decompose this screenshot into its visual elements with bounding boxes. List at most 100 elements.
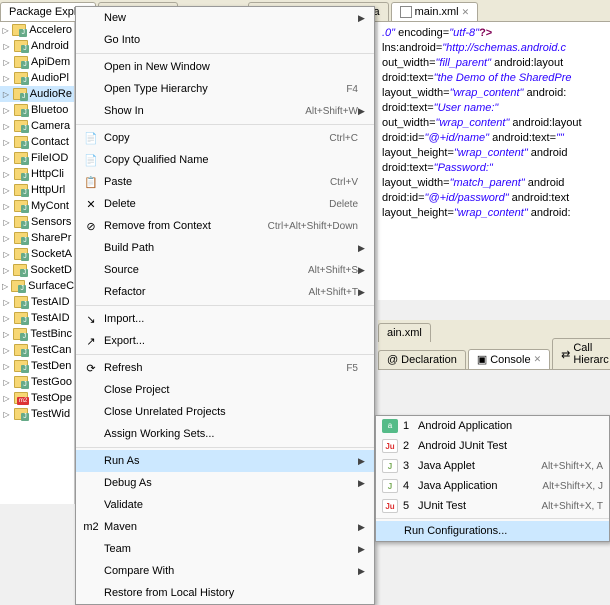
menu-import[interactable]: ↘Import... — [76, 308, 374, 330]
folder-icon — [11, 280, 25, 292]
project-item[interactable]: ▷AudioPl — [0, 70, 74, 86]
tab-console[interactable]: ▣ Console✕ — [468, 349, 550, 369]
menu-assign[interactable]: Assign Working Sets... — [76, 423, 374, 445]
project-item[interactable]: ▷Camera — [0, 118, 74, 134]
project-item[interactable]: ▷Android — [0, 38, 74, 54]
project-item[interactable]: ▷SharePr — [0, 230, 74, 246]
expand-icon[interactable]: ▷ — [2, 90, 10, 99]
menu-source[interactable]: SourceAlt+Shift+S▶ — [76, 259, 374, 281]
project-item[interactable]: ▷TestWid — [0, 406, 74, 422]
menu-team[interactable]: Team▶ — [76, 538, 374, 560]
folder-icon — [14, 152, 28, 164]
project-item[interactable]: ▷AudioRe — [0, 86, 74, 102]
menu-copy[interactable]: 📄CopyCtrl+C — [76, 127, 374, 149]
menu-openWin[interactable]: Open in New Window — [76, 56, 374, 78]
expand-icon[interactable]: ▷ — [2, 378, 11, 387]
project-item[interactable]: ▷TestAID — [0, 310, 74, 326]
expand-icon[interactable]: ▷ — [2, 58, 11, 67]
menu-showIn[interactable]: Show InAlt+Shift+W▶ — [76, 100, 374, 122]
separator — [376, 518, 609, 519]
tab-call-hierarchy[interactable]: ⇄ Call Hierarc — [552, 338, 610, 369]
menu-delete[interactable]: ✕DeleteDelete — [76, 193, 374, 215]
project-item[interactable]: ▷TestGoo — [0, 374, 74, 390]
expand-icon[interactable]: ▷ — [2, 106, 11, 115]
menu-remove[interactable]: ⊘Remove from ContextCtrl+Alt+Shift+Down — [76, 215, 374, 237]
menu-export[interactable]: ↗Export... — [76, 330, 374, 352]
menu-paste[interactable]: 📋PasteCtrl+V — [76, 171, 374, 193]
expand-icon[interactable]: ▷ — [2, 42, 11, 51]
project-item[interactable]: ▷ TestBinc — [0, 326, 74, 342]
project-item[interactable]: ▷SurfaceC — [0, 278, 74, 294]
folder-icon — [14, 360, 28, 372]
menu-refresh[interactable]: ⟳RefreshF5 — [76, 357, 374, 379]
expand-icon[interactable]: ▷ — [2, 410, 11, 419]
menu-compare[interactable]: Compare With▶ — [76, 560, 374, 582]
expand-icon[interactable]: ▷ — [2, 362, 11, 371]
expand-icon[interactable]: ▷ — [2, 330, 10, 339]
separator — [76, 354, 374, 355]
menu-build[interactable]: Build Path▶ — [76, 237, 374, 259]
project-item[interactable]: ▷Bluetoo — [0, 102, 74, 118]
menu-restore[interactable]: Restore from Local History — [76, 582, 374, 604]
expand-icon[interactable]: ▷ — [2, 266, 10, 275]
submenu-item[interactable]: J4Java ApplicationAlt+Shift+X, J — [376, 476, 609, 496]
expand-icon[interactable]: ▷ — [2, 298, 11, 307]
expand-icon[interactable]: ▷ — [2, 314, 11, 323]
project-item[interactable]: ▷ApiDem — [0, 54, 74, 70]
expand-icon[interactable]: ▷ — [2, 394, 11, 403]
submenu-item[interactable]: J3Java AppletAlt+Shift+X, A — [376, 456, 609, 476]
expand-icon[interactable]: ▷ — [2, 154, 11, 163]
expand-icon[interactable]: ▷ — [2, 234, 11, 243]
project-item[interactable]: ▷TestAID — [0, 294, 74, 310]
menu-validate[interactable]: Validate — [76, 494, 374, 516]
menu-close[interactable]: Close Project — [76, 379, 374, 401]
expand-icon[interactable]: ▷ — [2, 346, 11, 355]
menu-maven[interactable]: m2Maven▶ — [76, 516, 374, 538]
chevron-right-icon: ▶ — [358, 265, 368, 276]
run-configurations[interactable]: Run Configurations... — [376, 521, 609, 541]
menu-goInto[interactable]: Go Into — [76, 29, 374, 51]
expand-icon[interactable]: ▷ — [2, 170, 11, 179]
project-item[interactable]: ▷SocketD — [0, 262, 74, 278]
menu-runAs[interactable]: Run As▶ — [76, 450, 374, 472]
tab-xml-design[interactable]: ain.xml — [378, 323, 431, 342]
submenu-item[interactable]: Ju5JUnit TestAlt+Shift+X, T — [376, 496, 609, 516]
expand-icon[interactable]: ▷ — [2, 218, 11, 227]
expand-icon[interactable]: ▷ — [2, 202, 11, 211]
project-label: FileIOD — [31, 152, 68, 164]
close-icon[interactable]: ✕ — [462, 7, 470, 18]
submenu-item[interactable]: Ju2Android JUnit Test — [376, 436, 609, 456]
project-item[interactable]: ▷Contact — [0, 134, 74, 150]
project-item[interactable]: ▷ FileIOD — [0, 150, 74, 166]
expand-icon[interactable]: ▷ — [2, 186, 11, 195]
menu-refactor[interactable]: RefactorAlt+Shift+T▶ — [76, 281, 374, 303]
project-item[interactable]: ▷Accelero — [0, 22, 74, 38]
project-item[interactable]: ▷HttpCli — [0, 166, 74, 182]
project-item[interactable]: ▷TestCan — [0, 342, 74, 358]
project-item[interactable]: ▷TestDen — [0, 358, 74, 374]
tab-declaration[interactable]: @ Declaration — [378, 350, 466, 369]
expand-icon[interactable]: ▷ — [2, 122, 11, 131]
expand-icon[interactable]: ▷ — [2, 282, 8, 291]
expand-icon[interactable]: ▷ — [2, 26, 9, 35]
project-item[interactable]: ▷HttpUrl — [0, 182, 74, 198]
menu-closeU[interactable]: Close Unrelated Projects — [76, 401, 374, 423]
code-editor[interactable]: .0" encoding="utf-8"?>lns:android="http:… — [378, 22, 610, 225]
expand-icon[interactable]: ▷ — [2, 250, 11, 259]
expand-icon[interactable]: ▷ — [2, 138, 11, 147]
tab-main-xml[interactable]: main.xml✕ — [391, 2, 479, 21]
project-item[interactable]: ▷MyCont — [0, 198, 74, 214]
menu-new[interactable]: New▶ — [76, 7, 374, 29]
menu-copyQ[interactable]: 📄Copy Qualified Name — [76, 149, 374, 171]
expand-icon[interactable]: ▷ — [2, 74, 11, 83]
project-item[interactable]: ▷TestOpe — [0, 390, 74, 406]
lower-pane: ain.xml @ Declaration ▣ Console✕ ⇄ Call … — [378, 320, 610, 370]
project-item[interactable]: ▷SocketA — [0, 246, 74, 262]
submenu-item[interactable]: a1Android Application — [376, 416, 609, 436]
project-item[interactable]: ▷ Sensors — [0, 214, 74, 230]
menu-openHier[interactable]: Open Type HierarchyF4 — [76, 78, 374, 100]
close-icon[interactable]: ✕ — [534, 354, 542, 365]
menu-debugAs[interactable]: Debug As▶ — [76, 472, 374, 494]
project-label: TestBinc — [30, 328, 72, 340]
project-label: Sensors — [31, 216, 71, 228]
